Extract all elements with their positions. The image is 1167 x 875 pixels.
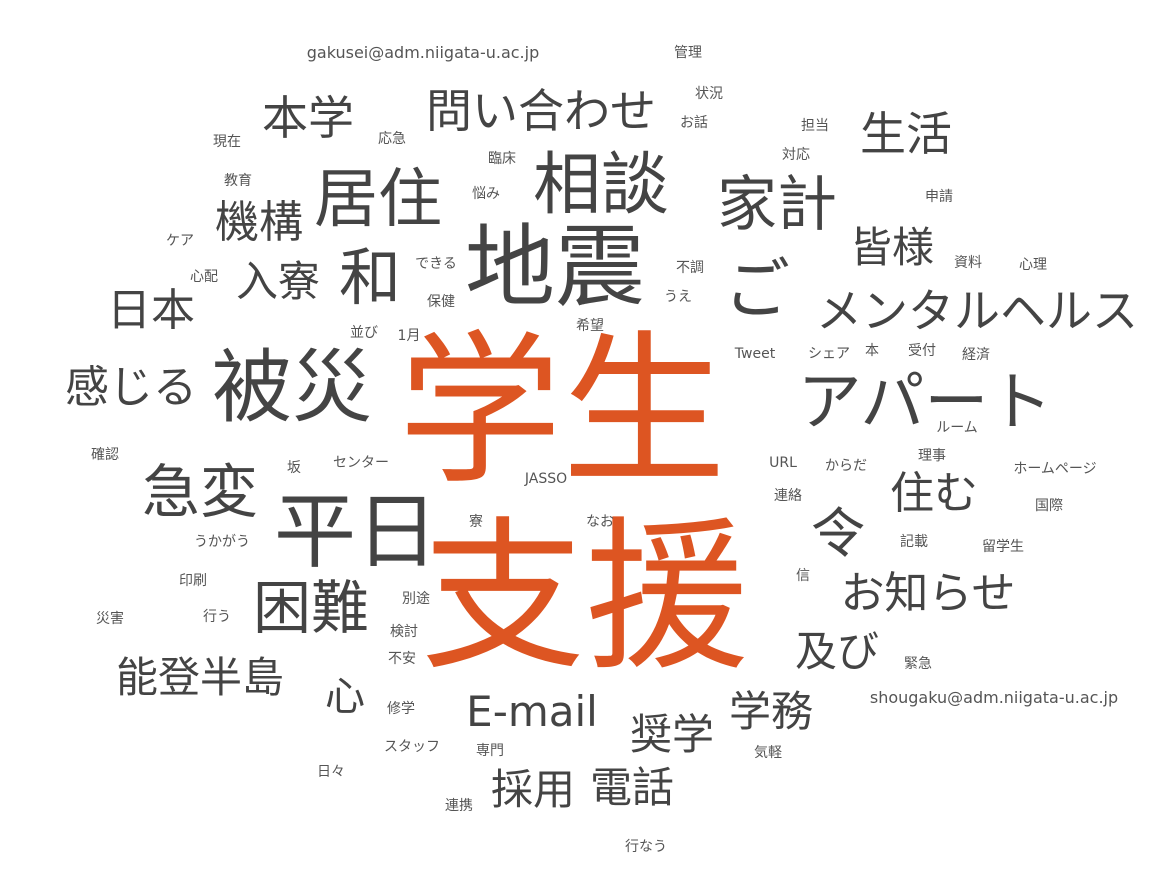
word-sumu: 住む [890,468,978,519]
word-heijitsu: 平日 [273,485,439,580]
word-shinpai: 心配 [190,269,218,285]
word-oyobi: 及び [794,627,880,676]
word-gakusei: 学生 [397,316,727,507]
word-hon: 本 [865,343,879,359]
word-kanri: 管理 [674,45,702,61]
word-kea: ケア [166,233,194,249]
word-room: ルーム [936,420,978,436]
word-taiou: 対応 [782,147,810,163]
word-kinkyuu: 緊急 [904,656,932,672]
word-karada: からだ [825,458,867,474]
word-kyuhen: 急変 [141,458,259,526]
word-shien: 支援 [420,502,750,693]
word-kokusai: 国際 [1035,498,1063,514]
word-fuchou: 不調 [676,260,704,276]
word-ohanashi: お話 [680,115,708,131]
word-center: センター [333,455,389,471]
word-hoken: 保健 [427,294,455,310]
word-shinri: 心理 [1019,257,1047,273]
word-nyuryo: 入寮 [235,257,321,306]
word-tweet: Tweet [734,346,776,362]
word-go: ご [724,251,790,328]
word-hongaku: 本学 [262,91,354,145]
word-kigaru: 気軽 [754,745,782,761]
word-ichigatsu: 1月 [397,328,421,344]
word-cloud: 学生 支援 地震 相談 被災 平日 居住 家計 アパート 急変 困難 和 ご 問… [0,0,1167,875]
word-fuan: 不安 [388,651,416,667]
word-shin: 信 [796,568,810,584]
word-kanjiru: 感じる [65,362,197,413]
word-kibou: 希望 [576,318,604,334]
word-saka: 坂 [287,460,301,476]
word-nihon: 日本 [107,285,195,336]
word-minasama: 皆様 [849,223,935,272]
word-apato: アパート [797,366,1053,440]
word-shiryou: 資料 [954,255,982,271]
word-ryugakusei: 留学生 [982,539,1024,555]
word-noto-hanto: 能登半島 [115,653,285,702]
word-kisai: 記載 [900,534,928,550]
word-hisai: 被災 [212,341,372,434]
word-betto: 別途 [402,591,430,607]
word-uketsuke: 受付 [908,343,936,359]
word-soudan: 相談 [532,146,670,225]
word-keizai: 経済 [962,347,990,363]
word-gakusei-email: gakusei@adm.niigata-u.ac.jp [306,43,540,62]
word-seikatsu: 生活 [860,107,952,161]
word-mental-health: メンタルヘルス [816,284,1138,338]
word-shinsei: 申請 [925,189,953,205]
word-senmon: 専門 [476,743,504,759]
word-kentou: 検討 [390,624,418,640]
word-kakei: 家計 [717,170,837,240]
word-jasso: JASSO [524,471,568,487]
word-okonau: 行う [203,609,231,625]
word-oshirase: お知らせ [840,568,1016,619]
word-joukyou: 状況 [695,86,723,102]
word-tantou: 担当 [801,118,829,134]
word-renraku: 連絡 [774,488,802,504]
word-insatsu: 印刷 [179,573,207,589]
word-genzai: 現在 [213,134,241,150]
word-saigai: 災害 [96,611,124,627]
word-oukyuu: 応急 [378,131,406,147]
word-url: URL [769,455,797,471]
word-gakumu: 学務 [728,687,814,736]
word-saiyou: 採用 [490,765,576,814]
word-shogaku: 奨学 [629,710,715,759]
word-hibi: 日々 [317,764,345,780]
word-jishin: 地震 [465,215,645,320]
word-nayami: 悩み [472,186,500,202]
word-kikou: 機構 [215,197,303,248]
word-denwa: 電話 [589,763,675,812]
word-rei: 令 [811,502,865,565]
word-nao: なお [586,514,614,530]
word-ukagau: うかがう [194,534,250,550]
word-ue: うえ [664,289,692,305]
word-ryou: 寮 [469,514,483,530]
word-kyoju: 居住 [314,163,442,237]
word-dekiru: できる [415,256,457,272]
word-share: シェア [808,346,850,362]
word-kokoro: 心 [325,674,365,720]
word-narabi: 並び [350,325,378,341]
word-email: E-mail [466,687,598,736]
word-kyouiku: 教育 [224,173,252,189]
word-riji: 理事 [918,448,946,464]
word-kakunin: 確認 [91,447,119,463]
word-okonau-2: 行なう [625,839,667,855]
word-renkei: 連携 [445,798,473,814]
word-staff: スタッフ [384,739,440,755]
word-shuugaku: 修学 [387,701,415,717]
word-rinshou: 臨床 [488,151,516,167]
word-konnan: 困難 [252,574,370,642]
word-wa: 和 [338,241,402,314]
word-shougaku-email: shougaku@adm.niigata-u.ac.jp [869,688,1119,707]
word-toiawase: 問い合わせ [426,84,656,138]
word-homepage: ホームページ [1013,461,1097,477]
